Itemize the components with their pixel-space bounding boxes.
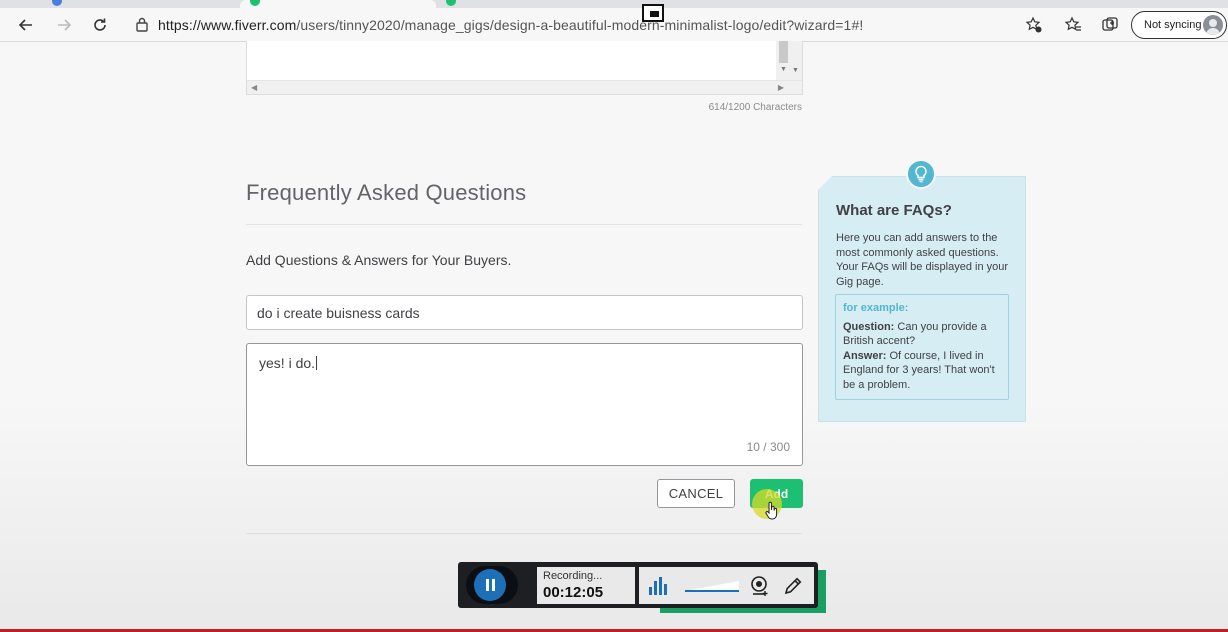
divider [246,224,802,225]
url-path: /users/tinny2020/manage_gigs/design-a-be… [296,17,864,33]
url-host: https://www.fiverr.com [158,17,297,33]
description-textarea[interactable]: ▼ ▼ ◀ ▶ [246,41,803,95]
back-button[interactable] [14,14,38,36]
faq-title: Frequently Asked Questions [246,180,527,205]
profile-sync-button[interactable]: Not syncing [1131,11,1227,39]
lock-icon[interactable] [135,16,149,32]
recording-status: Recording... 00:12:05 [537,567,635,604]
reload-icon [94,18,106,31]
lightbulb-badge [906,159,936,189]
tab-strip [0,0,1228,22]
example-question-label: Question: [843,320,895,333]
page-content: ▼ ▼ ◀ ▶ 614/1200 Characters Frequently A… [0,41,1228,632]
browser-toolbar: https://www.fiverr.com/users/tinny2020/m… [0,8,1228,42]
scroll-left-icon[interactable]: ◀ [251,83,257,92]
add-favorite-icon [1025,16,1042,33]
vertical-scrollbar[interactable]: ▼ ▼ [776,41,802,81]
faq-tip-panel: What are FAQs? Here you can add answers … [818,176,1026,422]
tab-favicon [446,0,456,6]
scrollbar-thumb[interactable] [779,41,788,63]
example-answer: Answer: Of course, I lived in England fo… [843,349,1001,393]
forward-arrow-icon [58,19,72,31]
pen-icon[interactable] [782,575,804,597]
webcam-icon[interactable] [749,575,771,597]
active-tab[interactable] [240,0,436,8]
text-caret [316,356,318,370]
scroll-right-icon[interactable]: ▶ [778,83,784,92]
sync-label: Not syncing [1144,19,1202,31]
example-answer-label: Answer: [843,349,887,362]
answer-value: yes! i do. [259,355,316,371]
lightbulb-icon [915,165,927,183]
recording-label: Recording... [543,570,603,582]
back-arrow-icon [18,19,32,31]
picture-in-picture-icon[interactable] [642,4,664,22]
audio-level-icon[interactable] [649,577,669,595]
answer-text: yes! i do. [259,355,318,371]
divider [246,533,802,534]
address-bar[interactable]: https://www.fiverr.com/users/tinny2020/m… [158,17,863,33]
description-char-count: 614/1200 Characters [708,102,802,113]
recorder-tools [639,567,814,604]
faq-question-input[interactable] [246,295,803,330]
volume-slider[interactable] [685,580,739,592]
collections-button[interactable] [1100,15,1120,35]
tip-example-box: for example: Question: Can you provide a… [835,294,1009,400]
screen-recorder-widget: Recording... 00:12:05 [458,562,818,608]
scroll-down-icon[interactable]: ▼ [780,66,787,73]
tab-favicon [52,0,62,6]
panel-fold [818,176,832,190]
horizontal-scrollbar[interactable]: ◀ ▶ [247,80,802,94]
tip-body: Here you can add answers to the most com… [836,232,1009,288]
favorites-icon [1064,16,1081,31]
faq-answer-textarea[interactable]: yes! i do. 10 / 300 [246,343,803,466]
avatar [1203,15,1223,35]
tip-title: What are FAQs? [836,202,952,219]
collections-icon [1102,17,1118,31]
add-favorite-button[interactable] [1024,15,1044,35]
recording-time: 00:12:05 [543,584,604,601]
pause-button[interactable] [466,566,518,604]
reload-button[interactable] [88,14,112,36]
scroll-down-icon[interactable]: ▼ [792,67,799,74]
example-label: for example: [843,302,909,314]
cancel-button[interactable]: CANCEL [657,479,735,508]
favorites-button[interactable] [1063,15,1083,35]
answer-char-count: 10 / 300 [746,440,790,454]
example-question: Question: Can you provide a British acce… [843,320,1001,349]
pause-icon [474,569,506,601]
faq-subtitle: Add Questions & Answers for Your Buyers. [246,252,512,268]
hand-cursor-icon [765,501,778,520]
forward-button[interactable] [52,14,76,36]
